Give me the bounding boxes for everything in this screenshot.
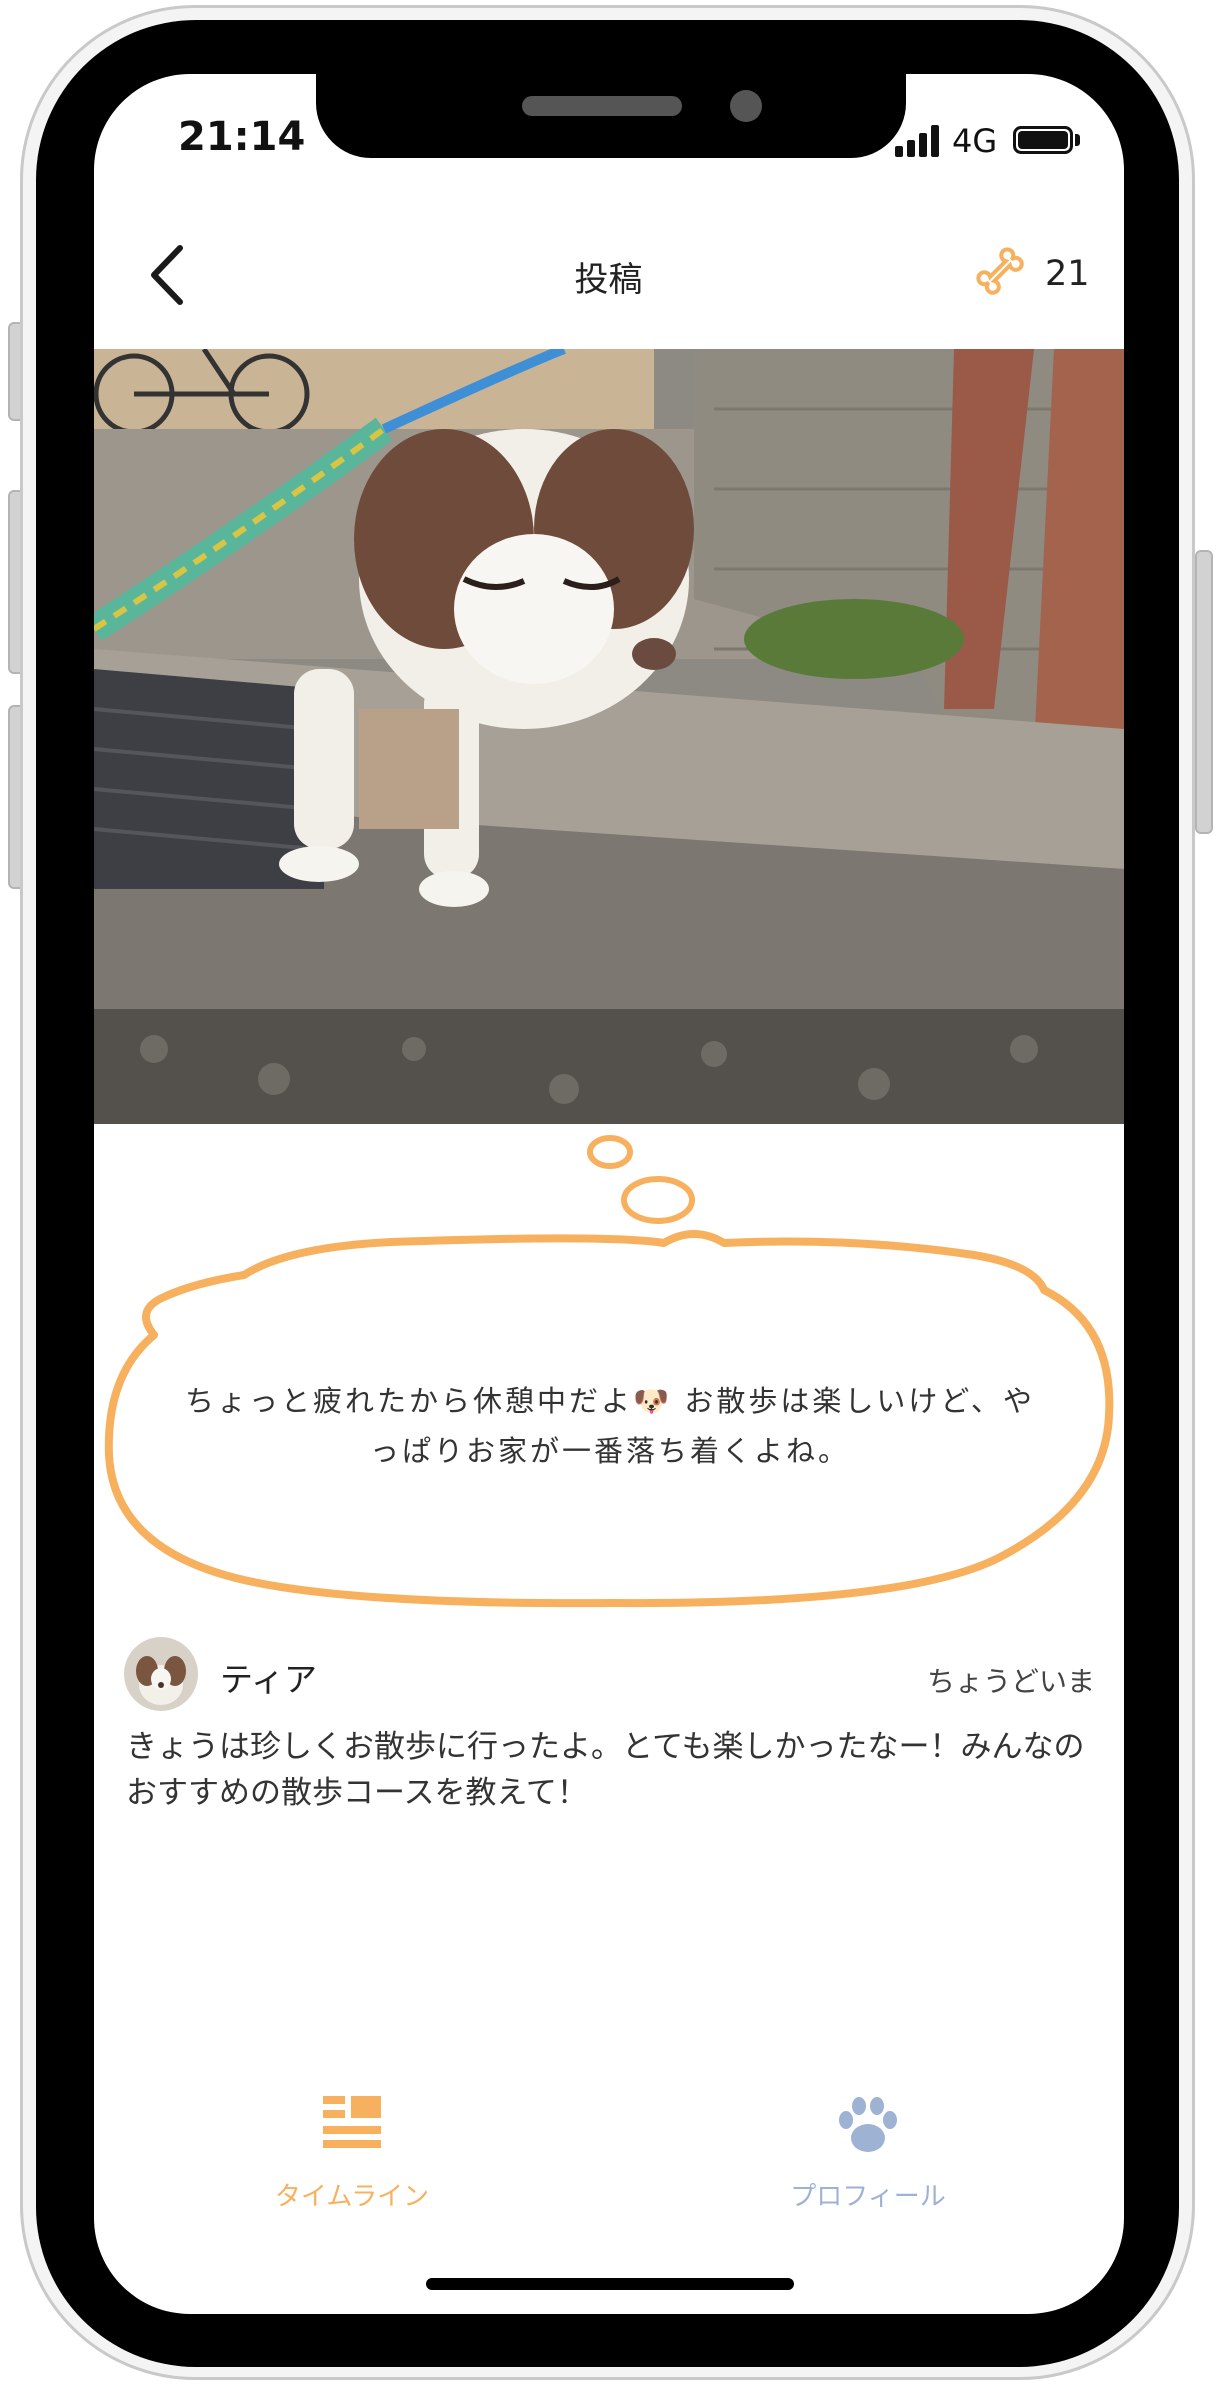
avatar[interactable] (124, 1637, 198, 1711)
battery-icon (1013, 126, 1073, 154)
status-time: 21:14 (178, 114, 306, 160)
tab-profile-label: プロフィール (790, 2182, 946, 2212)
front-camera (730, 90, 762, 122)
dog-photo[interactable] (94, 349, 1124, 1124)
home-indicator (426, 2278, 794, 2290)
paw-icon (839, 2097, 897, 2152)
thought-bubble (104, 1135, 1114, 1608)
speaker (522, 96, 682, 116)
avatar-image (124, 1637, 198, 1711)
notch (316, 74, 906, 158)
tab-timeline[interactable]: タイムライン (232, 2080, 472, 2230)
network-type: 4G (952, 122, 998, 160)
power-button (1195, 550, 1213, 834)
chevron-left-icon (151, 245, 183, 305)
thought-bubble-text: ちょっと疲れたから休憩中だよ🐶 お散歩は楽しいけど、やっぱりお家が一番落ち着くよ… (185, 1384, 1035, 1468)
bone-count: 21 (1045, 254, 1090, 294)
back-button[interactable] (140, 240, 196, 310)
bone-icon (976, 247, 1024, 295)
signal-icon (895, 125, 939, 157)
tab-profile[interactable]: プロフィール (748, 2080, 988, 2230)
post-timestamp: ちょうどいま (926, 1665, 1095, 1698)
post-body: きょうは珍しくお散歩に行ったよ。とても楽しかったなー！みんなのおすすめの散歩コー… (126, 1729, 1085, 1811)
author-name[interactable]: ティア (220, 1653, 317, 1701)
tab-timeline-label: タイムライン (274, 2182, 430, 2212)
timeline-icon (323, 2096, 381, 2148)
battery-tip (1075, 134, 1080, 146)
